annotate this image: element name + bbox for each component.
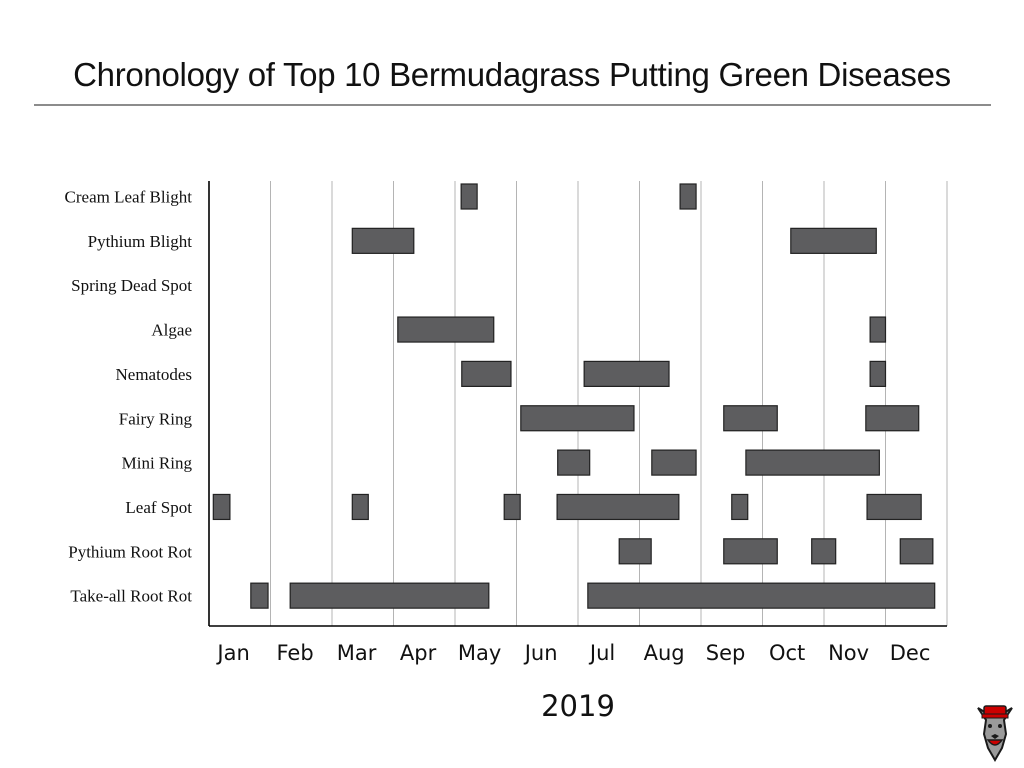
category-label: Leaf Spot [125, 498, 192, 517]
category-labels: Cream Leaf Blight Pythium Blight Spring De… [65, 188, 193, 606]
month-tick-label: Jul [588, 641, 615, 665]
bar-leaf-spot [503, 493, 521, 521]
month-tick-label: Mar [337, 641, 377, 665]
bar-pythium-root-rot [618, 538, 652, 565]
bar-pythium-root-rot [899, 538, 934, 565]
month-tick-label: Dec [890, 641, 931, 665]
x-axis-title: 2019 [541, 689, 615, 723]
bar-nematodes [583, 360, 670, 387]
bar-pythium-blight [790, 227, 877, 254]
bar-fairy-ring [723, 405, 778, 432]
category-label: Fairy Ring [119, 409, 193, 428]
category-label: Cream Leaf Blight [65, 188, 193, 207]
bar-leaf-spot [556, 493, 680, 521]
gantt-chart: Cream Leaf Blight Pythium Blight Spring De… [65, 181, 948, 723]
bar-algae [397, 316, 495, 343]
category-label: Nematodes [116, 365, 192, 384]
bar-pythium-root-rot [811, 538, 837, 565]
category-label: Pythium Root Rot [68, 542, 192, 561]
bar-nematodes [461, 360, 512, 387]
bar-nematodes [869, 360, 887, 387]
category-label: Spring Dead Spot [71, 276, 192, 295]
bar-take-all-root-rot [289, 582, 490, 609]
bar-take-all-root-rot [250, 582, 269, 609]
bar-leaf-spot [731, 493, 749, 521]
nc-state-wolf-logo [977, 705, 1013, 762]
month-tick-label: Sep [706, 641, 746, 665]
bar-cream-leaf-blight [460, 183, 478, 210]
category-label: Mini Ring [122, 454, 193, 473]
bar-mini-ring [651, 449, 697, 476]
bar-mini-ring [557, 449, 591, 476]
bar-leaf-spot [866, 493, 922, 521]
category-label: Algae [151, 321, 192, 340]
bar-cream-leaf-blight [679, 183, 697, 210]
bar-pythium-root-rot [723, 538, 778, 565]
bar-algae [869, 316, 887, 343]
category-label: Pythium Blight [88, 232, 193, 251]
bar-leaf-spot [351, 493, 369, 521]
bar-pythium-blight [351, 227, 415, 254]
month-tick-label: Jun [523, 641, 558, 665]
bar-fairy-ring [865, 405, 920, 432]
month-tick-label: Aug [644, 641, 685, 665]
month-tick-label: Nov [828, 641, 869, 665]
month-tick-label: Oct [769, 641, 805, 665]
bar-take-all-root-rot [587, 582, 936, 609]
month-labels: Jan Feb Mar Apr May Jun Jul Aug Sep Oct Nov Dec [215, 641, 930, 665]
bar-fairy-ring [520, 405, 635, 432]
month-tick-label: Apr [400, 641, 437, 665]
category-label: Take-all Root Rot [70, 587, 192, 606]
bar-mini-ring [745, 449, 880, 476]
month-tick-label: Jan [215, 641, 249, 665]
bars [212, 183, 936, 609]
bar-leaf-spot [212, 493, 231, 521]
month-tick-label: May [458, 641, 501, 665]
month-tick-label: Feb [277, 641, 314, 665]
